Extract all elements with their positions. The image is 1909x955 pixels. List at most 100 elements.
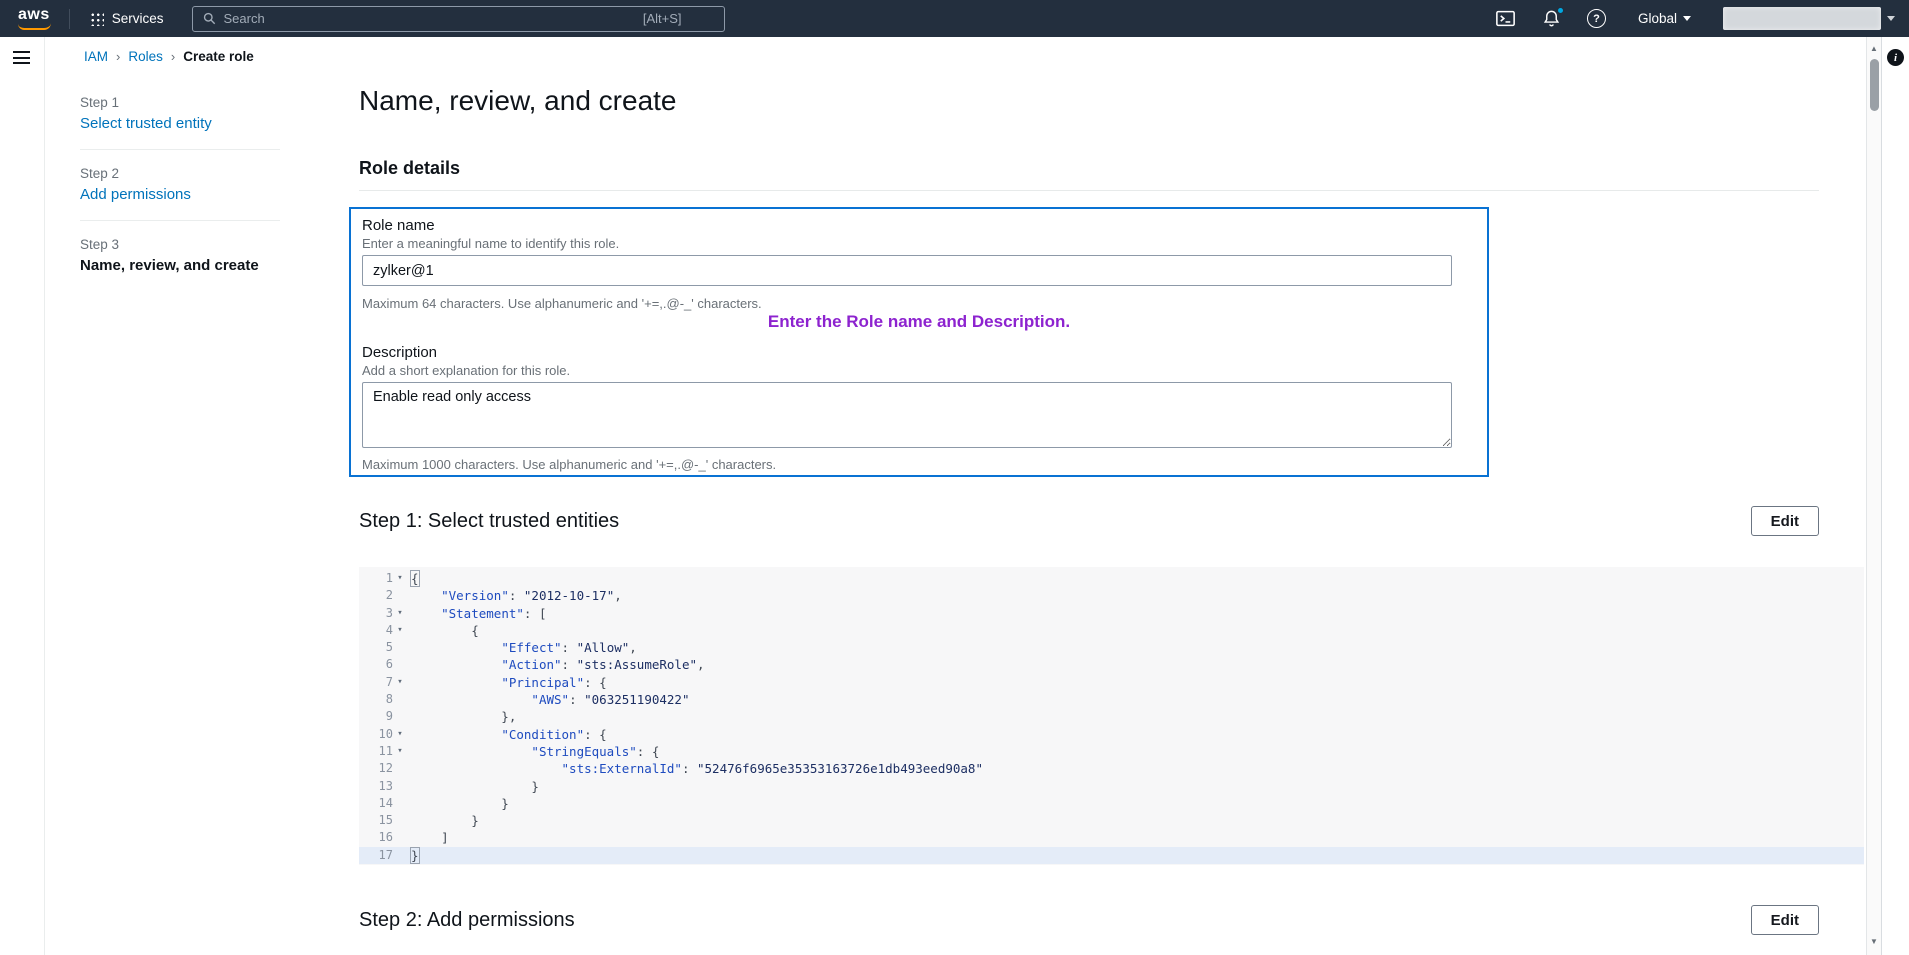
caret-down-icon [1887,16,1895,21]
step-link-add-permissions[interactable]: Add permissions [80,186,280,204]
permissions-section-header: Step 2: Add permissions Edit [359,905,1819,939]
code-line: 2 "Version": "2012-10-17", [359,587,1864,604]
global-search-bar[interactable]: Search [Alt+S] [192,6,725,32]
code-line: 1▾{ [359,570,1864,587]
breadcrumb-link-iam[interactable]: IAM [84,49,108,64]
chevron-right-icon: › [171,49,175,64]
code-line: 17} [359,847,1864,864]
step-eyebrow: Step 2 [80,166,280,182]
step-divider [80,220,280,221]
account-name-redacted [1723,7,1881,30]
code-line: 14 } [359,795,1864,812]
code-line: 3▾ "Statement": [ [359,605,1864,622]
wizard-steps-nav: Step 1 Select trusted entity Step 2 Add … [80,95,280,275]
line-number: 15 [359,812,393,829]
edit-trusted-entities-button[interactable]: Edit [1751,506,1819,536]
role-name-input[interactable] [362,255,1452,286]
line-number: 12 [359,760,393,777]
trusted-entities-section-header: Step 1: Select trusted entities Edit [359,506,1819,540]
scroll-up-arrow[interactable]: ▲ [1867,44,1881,53]
breadcrumb-link-roles[interactable]: Roles [128,49,163,64]
fold-caret-icon [393,778,407,795]
account-menu[interactable] [1723,7,1895,30]
line-number: 11 [359,743,393,760]
fold-caret-icon[interactable]: ▾ [393,605,407,622]
fold-caret-icon [393,587,407,604]
chevron-right-icon: › [116,49,120,64]
tutorial-annotation-text: Enter the Role name and Description. [351,312,1487,332]
side-nav-collapsed-strip [0,37,45,955]
step-eyebrow: Step 1 [80,95,280,111]
vertical-scrollbar[interactable]: ▲ ▼ [1866,37,1881,955]
role-name-description: Enter a meaningful name to identify this… [362,236,619,251]
fold-caret-icon [393,639,407,656]
description-constraint-hint: Maximum 1000 characters. Use alphanumeri… [362,457,776,472]
scroll-down-arrow[interactable]: ▼ [1867,937,1881,946]
fold-caret-icon [393,812,407,829]
line-number: 1 [359,570,393,587]
help-button[interactable]: ? [1587,9,1606,28]
aws-logo[interactable]: aws [16,4,56,33]
line-number: 9 [359,708,393,725]
menu-toggle-button[interactable] [13,51,32,68]
code-line: 12 "sts:ExternalId": "52476f6965e3535316… [359,760,1864,777]
nav-utilities: ? Global [1495,7,1909,30]
line-number: 5 [359,639,393,656]
description-label: Description [362,344,437,361]
wizard-step-3-current: Step 3 Name, review, and create [80,237,280,275]
line-number: 14 [359,795,393,812]
code-line: 7▾ "Principal": { [359,674,1864,691]
services-label: Services [112,11,164,26]
description-textarea[interactable]: Enable read only access [362,382,1452,448]
main-content-area: IAM › Roles › Create role Step 1 Select … [46,37,1866,955]
code-line: 4▾ { [359,622,1864,639]
fold-caret-icon[interactable]: ▾ [393,743,407,760]
edit-permissions-button[interactable]: Edit [1751,905,1819,935]
fold-caret-icon [393,760,407,777]
line-number: 4 [359,622,393,639]
section-heading-step1: Step 1: Select trusted entities [359,506,1819,536]
search-icon [203,12,216,25]
role-name-constraint-hint: Maximum 64 characters. Use alphanumeric … [362,296,762,311]
info-icon[interactable]: i [1887,49,1904,66]
cloudshell-button[interactable] [1495,9,1516,28]
code-line: 13 } [359,778,1864,795]
fold-caret-icon[interactable]: ▾ [393,726,407,743]
step-link-select-trusted-entity[interactable]: Select trusted entity [80,115,280,133]
fold-caret-icon [393,708,407,725]
nav-divider [69,9,70,29]
scrollbar-thumb[interactable] [1870,59,1879,111]
fold-caret-icon[interactable]: ▾ [393,570,407,587]
section-divider [359,190,1819,191]
cloudshell-terminal-icon [1495,9,1516,28]
code-line: 8 "AWS": "063251190422" [359,691,1864,708]
fold-caret-icon [393,691,407,708]
app-grid-icon [89,11,104,26]
aws-smile-icon [18,23,51,30]
line-number: 6 [359,656,393,673]
code-line: 11▾ "StringEquals": { [359,743,1864,760]
fold-caret-icon [393,795,407,812]
caret-down-icon [1683,16,1691,21]
role-name-label: Role name [362,217,435,234]
step-eyebrow: Step 3 [80,237,280,253]
page-body: IAM › Roles › Create role Step 1 Select … [0,37,1909,955]
step-divider [80,149,280,150]
line-number: 17 [359,847,393,864]
line-number: 3 [359,605,393,622]
line-number: 16 [359,829,393,846]
code-line: 9 }, [359,708,1864,725]
fold-caret-icon[interactable]: ▾ [393,622,407,639]
line-number: 2 [359,587,393,604]
section-heading-step2: Step 2: Add permissions [359,905,1819,935]
code-line: 6 "Action": "sts:AssumeRole", [359,656,1864,673]
notifications-button[interactable] [1542,9,1561,28]
fold-caret-icon[interactable]: ▾ [393,674,407,691]
wizard-step-1: Step 1 Select trusted entity [80,95,280,133]
services-menu-button[interactable]: Services [83,7,170,30]
search-placeholder: Search [224,11,265,26]
trust-policy-json-editor[interactable]: 1▾{2 "Version": "2012-10-17",3▾ "Stateme… [359,567,1864,865]
step-current-label: Name, review, and create [80,257,280,275]
aws-console-screen: aws Services Search [Alt+S] [0,0,1909,955]
region-selector[interactable]: Global [1632,10,1697,27]
